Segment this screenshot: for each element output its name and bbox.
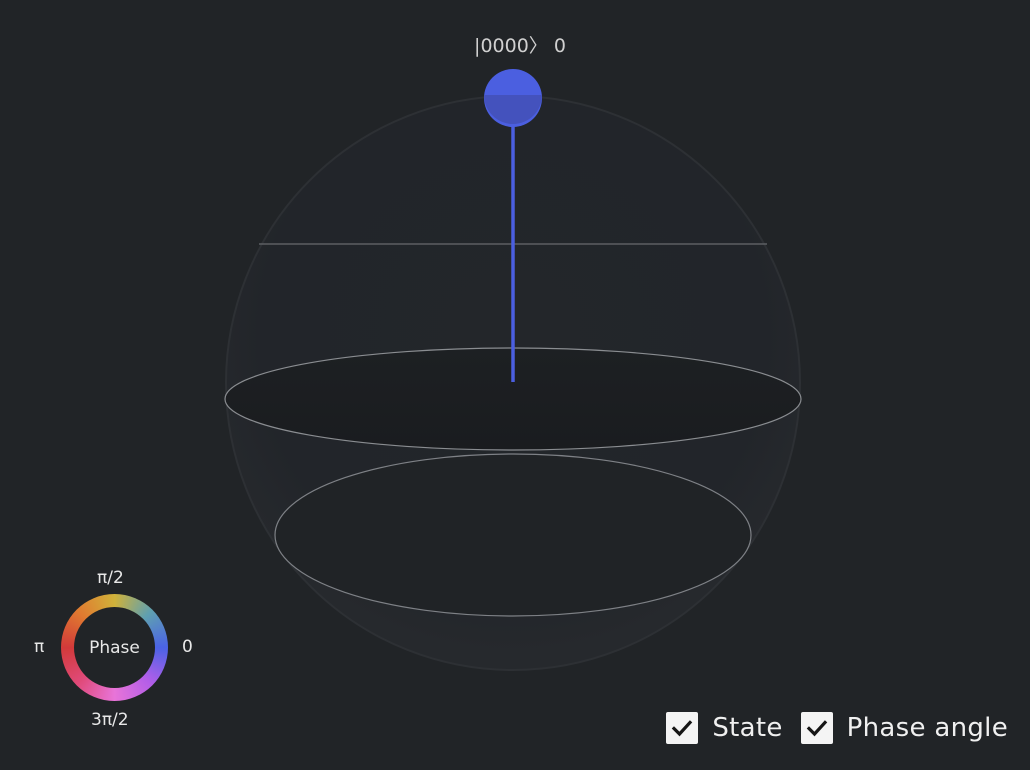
state-toggle[interactable]: State bbox=[666, 712, 782, 744]
phase-angle-toggle-label: Phase angle bbox=[846, 713, 1008, 743]
phase-legend: π/2 π 0 3π/2 Phase bbox=[30, 565, 200, 735]
phase-tick-zero: 0 bbox=[182, 637, 193, 657]
phase-tick-three-pi-half: 3π/2 bbox=[91, 710, 129, 730]
checkmark-icon bbox=[672, 720, 693, 737]
lower-latitude-ring bbox=[274, 453, 752, 617]
state-toggle-label: State bbox=[712, 713, 783, 743]
basis-state-label: |0000〉 0 bbox=[474, 35, 566, 57]
phase-color-wheel-icon: Phase bbox=[61, 594, 168, 701]
phase-angle-toggle[interactable]: Phase angle bbox=[800, 712, 1008, 744]
phase-tick-pi: π bbox=[34, 637, 45, 657]
phase-tick-pi-half: π/2 bbox=[97, 568, 124, 588]
qsphere-view: |0000〉 0 π/2 π 0 3π/2 Phase State Phase … bbox=[0, 0, 1030, 770]
display-toggles: State Phase angle bbox=[666, 712, 1008, 744]
phase-wheel-center: Phase bbox=[74, 607, 155, 688]
checkmark-icon bbox=[806, 720, 827, 737]
phase-angle-checkbox[interactable] bbox=[800, 712, 833, 744]
phase-wheel-label: Phase bbox=[89, 637, 140, 658]
state-checkbox[interactable] bbox=[666, 712, 699, 744]
